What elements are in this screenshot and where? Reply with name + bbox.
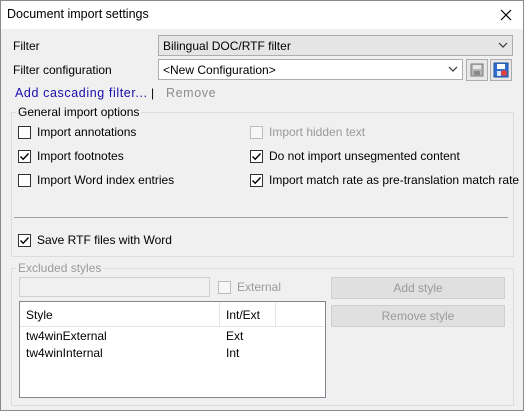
- table-row[interactable]: tw4winInternal Int: [20, 345, 325, 362]
- config-settings-icon: [493, 62, 509, 78]
- filter-value: Bilingual DOC/RTF filter: [163, 39, 291, 53]
- title-bar: Document import settings: [1, 1, 523, 29]
- import-word-index-label: Import Word index entries: [37, 173, 175, 187]
- style-cell: tw4winInternal: [26, 346, 103, 360]
- options-separator: [14, 217, 508, 218]
- close-icon: [500, 9, 512, 21]
- checkmark-icon: [20, 153, 30, 161]
- remove-style-label: Remove style: [381, 309, 455, 323]
- do-not-import-unsegmented-checkbox[interactable]: [250, 150, 263, 163]
- excluded-styles-title: Excluded styles: [16, 261, 104, 275]
- import-hidden-text-checkbox[interactable]: [250, 126, 263, 139]
- import-word-index-checkbox[interactable]: [18, 174, 31, 187]
- import-annotations-checkbox[interactable]: [18, 126, 31, 139]
- save-configuration-button[interactable]: [466, 59, 488, 81]
- chevron-down-icon: [498, 42, 508, 48]
- filter-configuration-dropdown[interactable]: <New Configuration>: [158, 59, 463, 80]
- add-style-label: Add style: [393, 281, 443, 295]
- add-style-button[interactable]: Add style: [331, 277, 505, 299]
- style-cell: tw4winExternal: [26, 329, 107, 343]
- checkmark-icon: [252, 177, 262, 185]
- filter-configuration-label: Filter configuration: [13, 63, 112, 77]
- import-footnotes-checkbox[interactable]: [18, 150, 31, 163]
- import-hidden-text-label: Import hidden text: [269, 125, 366, 139]
- save-rtf-with-word-checkbox[interactable]: [18, 234, 31, 247]
- import-footnotes-label: Import footnotes: [37, 149, 124, 163]
- checkmark-icon: [20, 237, 30, 245]
- add-cascading-filter-link[interactable]: Add cascading filter...: [15, 86, 148, 100]
- filter-label: Filter: [13, 39, 40, 53]
- import-match-rate-label: Import match rate as pre-translation mat…: [269, 173, 520, 187]
- external-checkbox[interactable]: [218, 281, 231, 294]
- remove-style-button[interactable]: Remove style: [331, 305, 505, 327]
- chevron-down-icon: [448, 66, 458, 72]
- close-button[interactable]: [489, 1, 523, 29]
- column-header-int-ext[interactable]: Int/Ext: [220, 302, 276, 327]
- excluded-styles-list[interactable]: Style Int/Ext tw4winExternal Ext tw4winI…: [19, 301, 326, 398]
- table-row[interactable]: tw4winExternal Ext: [20, 328, 325, 345]
- configuration-settings-button[interactable]: [490, 59, 512, 81]
- external-label: External: [237, 280, 282, 294]
- column-header-style[interactable]: Style: [20, 302, 220, 327]
- filter-configuration-value: <New Configuration>: [163, 63, 276, 77]
- checkmark-icon: [252, 153, 262, 161]
- document-import-settings-dialog: Document import settings Filter Bilingua…: [0, 0, 524, 411]
- int-ext-cell: Ext: [226, 329, 244, 343]
- save-rtf-with-word-label: Save RTF files with Word: [37, 233, 172, 247]
- link-separator: |: [151, 86, 155, 100]
- filter-dropdown[interactable]: Bilingual DOC/RTF filter: [158, 35, 513, 56]
- do-not-import-unsegmented-label: Do not import unsegmented content: [269, 149, 460, 163]
- remove-filter-link[interactable]: Remove: [166, 86, 216, 100]
- import-annotations-label: Import annotations: [37, 125, 137, 139]
- style-name-input[interactable]: [19, 277, 210, 297]
- list-header: Style Int/Ext: [20, 302, 325, 327]
- save-config-icon: [470, 63, 484, 77]
- general-options-title: General import options: [16, 105, 142, 119]
- import-match-rate-checkbox[interactable]: [250, 174, 263, 187]
- int-ext-cell: Int: [226, 346, 240, 360]
- dialog-title: Document import settings: [7, 7, 149, 21]
